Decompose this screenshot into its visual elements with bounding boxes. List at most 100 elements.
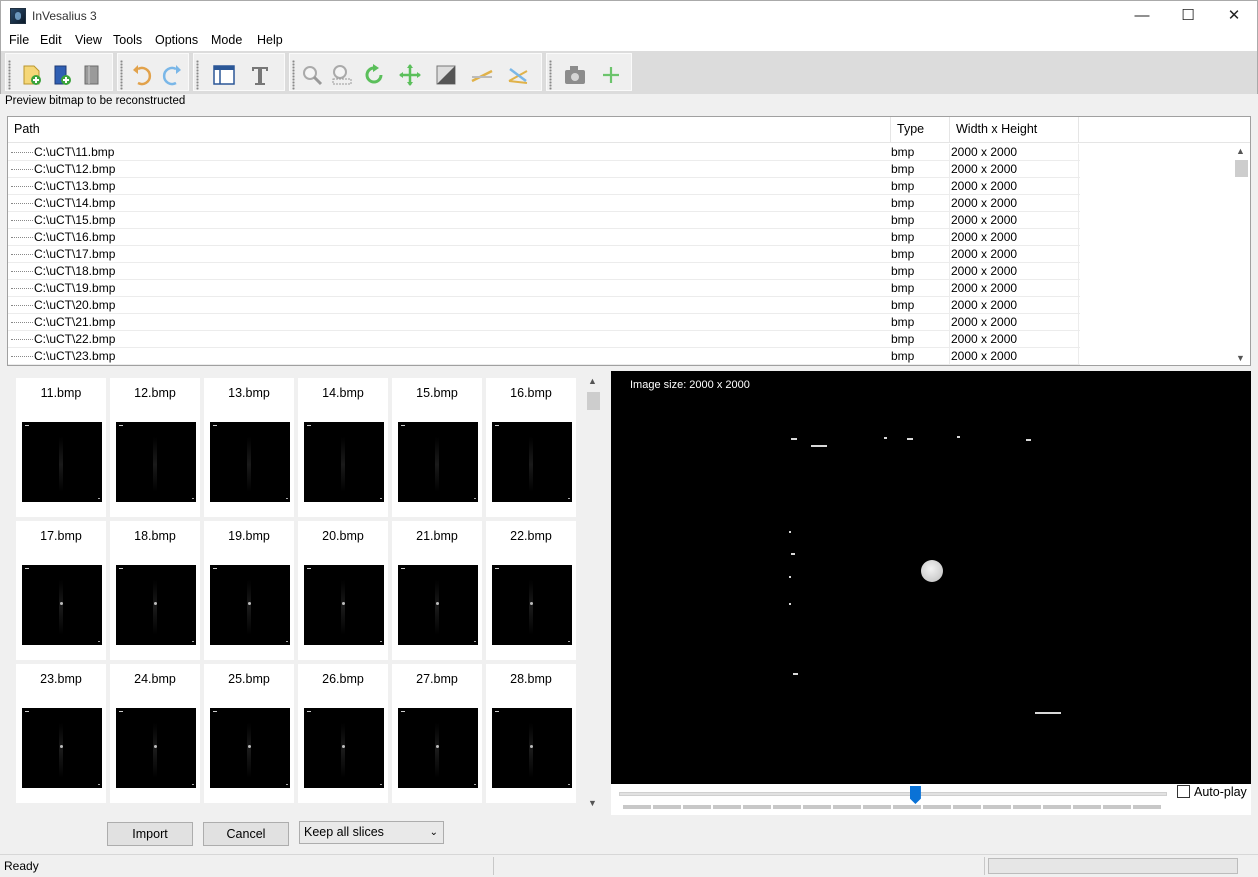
thumbnail-card[interactable]: 17.bmp xyxy=(16,521,106,660)
thumbnail-card[interactable]: 27.bmp xyxy=(392,664,482,803)
redo-icon[interactable] xyxy=(160,63,184,87)
move-icon[interactable] xyxy=(398,63,422,87)
thumbnail-card[interactable]: 26.bmp xyxy=(298,664,388,803)
table-row[interactable]: C:\uCT\16.bmp bmp 2000 x 2000 xyxy=(8,229,1080,246)
menu-view[interactable]: View xyxy=(75,33,102,47)
thumbnail-card[interactable]: 13.bmp xyxy=(204,378,294,517)
file-list[interactable]: Path Type Width x Height C:\uCT\11.bmp bm… xyxy=(7,116,1251,366)
rotate-icon[interactable] xyxy=(362,63,386,87)
table-row[interactable]: C:\uCT\20.bmp bmp 2000 x 2000 xyxy=(8,297,1080,314)
layout-icon[interactable] xyxy=(212,63,236,87)
column-header-path[interactable]: Path xyxy=(8,117,891,143)
artifact-mark xyxy=(793,673,798,675)
measure-linear-icon[interactable] xyxy=(470,63,494,87)
thumbnail-card[interactable]: 14.bmp xyxy=(298,378,388,517)
toolbar-grip[interactable] xyxy=(196,60,199,90)
column-header-type[interactable]: Type xyxy=(891,117,950,143)
thumbnail-card[interactable]: 28.bmp xyxy=(486,664,576,803)
thumbnail-card[interactable]: 11.bmp xyxy=(16,378,106,517)
slider-thumb[interactable] xyxy=(909,786,921,804)
import-dicom-icon[interactable] xyxy=(20,63,44,87)
table-row[interactable]: C:\uCT\15.bmp bmp 2000 x 2000 xyxy=(8,212,1080,229)
cancel-button[interactable]: Cancel xyxy=(203,822,289,846)
thumbnail-card[interactable]: 12.bmp xyxy=(110,378,200,517)
import-button[interactable]: Import xyxy=(107,822,193,846)
cell-type: bmp xyxy=(891,264,915,278)
thumbnail-card[interactable]: 18.bmp xyxy=(110,521,200,660)
thumbnail-card[interactable]: 24.bmp xyxy=(110,664,200,803)
snapshot-icon[interactable] xyxy=(563,63,587,87)
minimize-button[interactable]: — xyxy=(1119,1,1165,31)
sample-blob xyxy=(60,745,63,748)
slice-slider-area: Auto-play xyxy=(611,784,1251,815)
thumbnail-card[interactable]: 15.bmp xyxy=(392,378,482,517)
table-row[interactable]: C:\uCT\14.bmp bmp 2000 x 2000 xyxy=(8,195,1080,212)
cell-divider xyxy=(949,280,950,297)
tree-connector xyxy=(11,356,33,357)
table-row[interactable]: C:\uCT\22.bmp bmp 2000 x 2000 xyxy=(8,331,1080,348)
scroll-down-icon[interactable]: ▼ xyxy=(1236,353,1245,363)
toolbar-group-layout xyxy=(193,53,285,91)
toolbar-grip[interactable] xyxy=(549,60,552,90)
menu-tools[interactable]: Tools xyxy=(113,33,142,47)
scroll-thumb[interactable] xyxy=(1235,160,1248,177)
cell-path: C:\uCT\14.bmp xyxy=(34,196,116,210)
cell-path: C:\uCT\23.bmp xyxy=(34,349,116,363)
cell-type: bmp xyxy=(891,315,915,329)
thumbnail-scrollbar[interactable]: ▲ ▼ xyxy=(586,376,600,808)
cell-divider xyxy=(1078,280,1079,297)
thumbnail-card[interactable]: 25.bmp xyxy=(204,664,294,803)
thumbnail-image xyxy=(398,708,478,788)
table-row[interactable]: C:\uCT\18.bmp bmp 2000 x 2000 xyxy=(8,263,1080,280)
table-row[interactable]: C:\uCT\11.bmp bmp 2000 x 2000 xyxy=(8,144,1080,161)
thumbnail-card[interactable]: 20.bmp xyxy=(298,521,388,660)
toolbar-grip[interactable] xyxy=(292,60,295,90)
import-project-icon[interactable] xyxy=(50,63,74,87)
tree-connector xyxy=(11,339,33,340)
autoplay-checkbox[interactable]: Auto-play xyxy=(1177,785,1247,799)
table-row[interactable]: C:\uCT\17.bmp bmp 2000 x 2000 xyxy=(8,246,1080,263)
table-row[interactable]: C:\uCT\19.bmp bmp 2000 x 2000 xyxy=(8,280,1080,297)
contrast-icon[interactable] xyxy=(434,63,458,87)
toolbar-grip[interactable] xyxy=(8,60,11,90)
file-list-scrollbar[interactable]: ▲ ▼ xyxy=(1233,144,1250,365)
column-header-size[interactable]: Width x Height xyxy=(950,117,1079,143)
measure-angle-icon[interactable] xyxy=(506,63,530,87)
menu-file[interactable]: File xyxy=(9,33,29,47)
thumbnail-card[interactable]: 21.bmp xyxy=(392,521,482,660)
toolbar-grip[interactable] xyxy=(120,60,123,90)
menu-options[interactable]: Options xyxy=(155,33,198,47)
artifact-mark xyxy=(307,711,311,712)
table-row[interactable]: C:\uCT\21.bmp bmp 2000 x 2000 xyxy=(8,314,1080,331)
slice-slider[interactable] xyxy=(619,792,1167,796)
zoom-select-icon[interactable] xyxy=(330,63,354,87)
table-row[interactable]: C:\uCT\12.bmp bmp 2000 x 2000 xyxy=(8,161,1080,178)
maximize-button[interactable]: ☐ xyxy=(1165,1,1211,31)
scroll-up-icon[interactable]: ▲ xyxy=(1236,146,1245,156)
thumbnail-card[interactable]: 16.bmp xyxy=(486,378,576,517)
menu-help[interactable]: Help xyxy=(257,33,283,47)
scroll-thumb[interactable] xyxy=(587,392,600,410)
thumbnail-label: 12.bmp xyxy=(134,386,176,400)
list-rows: C:\uCT\11.bmp bmp 2000 x 2000 C:\uCT\12.bmp… xyxy=(8,144,1080,365)
undo-icon[interactable] xyxy=(130,63,154,87)
thumbnail-card[interactable]: 19.bmp xyxy=(204,521,294,660)
text-icon[interactable] xyxy=(248,63,272,87)
menu-mode[interactable]: Mode xyxy=(211,33,242,47)
checkbox-box[interactable] xyxy=(1177,785,1190,798)
close-button[interactable]: ✕ xyxy=(1211,1,1257,31)
scroll-up-icon[interactable]: ▲ xyxy=(588,376,597,386)
artifact-streak xyxy=(59,580,63,635)
add-icon[interactable] xyxy=(599,63,623,87)
slice-mode-select[interactable]: Keep all slices ⌄ xyxy=(299,821,444,844)
zoom-icon[interactable] xyxy=(300,63,324,87)
thumbnail-card[interactable]: 23.bmp xyxy=(16,664,106,803)
scroll-down-icon[interactable]: ▼ xyxy=(588,798,597,808)
menu-edit[interactable]: Edit xyxy=(40,33,62,47)
close-project-icon[interactable] xyxy=(80,63,104,87)
artifact-streak xyxy=(59,437,63,492)
artifact-mark xyxy=(1035,712,1061,714)
table-row[interactable]: C:\uCT\23.bmp bmp 2000 x 2000 xyxy=(8,348,1080,365)
table-row[interactable]: C:\uCT\13.bmp bmp 2000 x 2000 xyxy=(8,178,1080,195)
thumbnail-card[interactable]: 22.bmp xyxy=(486,521,576,660)
